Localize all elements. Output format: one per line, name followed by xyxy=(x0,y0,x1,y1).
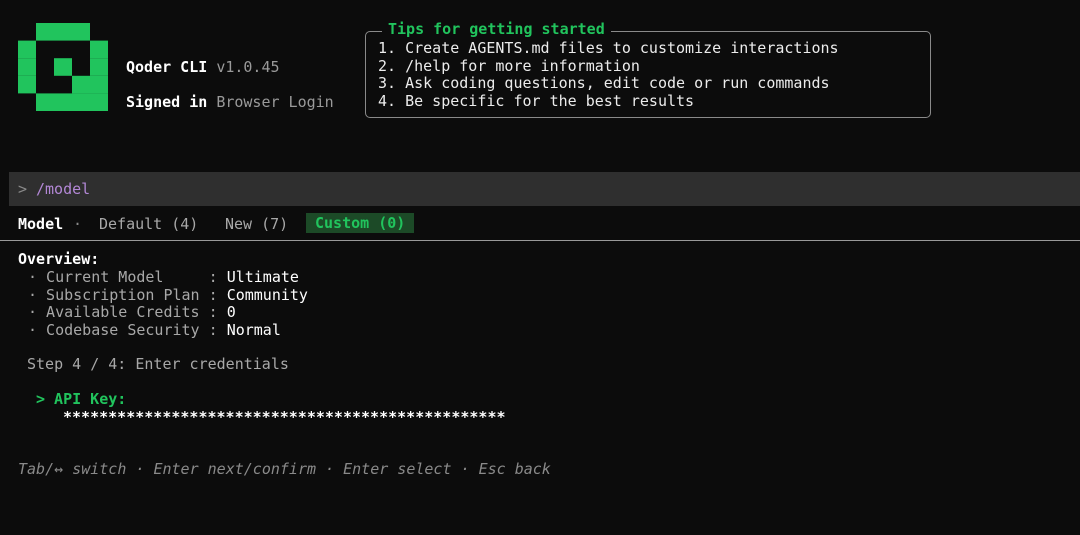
tab-custom[interactable]: Custom (0) xyxy=(306,213,415,233)
overview-row-label: · Available Credits : xyxy=(28,303,227,321)
overview-row-subscription-plan: · Subscription Plan : Community xyxy=(28,286,308,304)
tips-list: 1. Create AGENTS.md files to customize i… xyxy=(378,39,839,110)
tips-panel: Tips for getting started 1. Create AGENT… xyxy=(365,20,931,118)
overview-row-available-credits: · Available Credits : 0 xyxy=(28,303,236,321)
model-tabs: Model · Default (4) New (7) Custom (0) xyxy=(18,213,415,233)
tab-separator: · xyxy=(73,215,83,233)
overview-title: Overview: xyxy=(18,250,100,268)
overview-row-label: · Subscription Plan : xyxy=(28,285,227,304)
tab-new[interactable]: New (7) xyxy=(225,215,288,233)
overview-row-value: Ultimate xyxy=(226,268,299,286)
overview-row-codebase-security: · Codebase Security : Normal xyxy=(28,321,281,339)
tabs-divider xyxy=(0,240,1080,241)
overview-row-current-model: · Current Model : Ultimate xyxy=(28,268,299,286)
overview-row-value: 0 xyxy=(226,303,236,321)
signed-in-label: Signed in xyxy=(126,93,208,111)
tip-item: 1. Create AGENTS.md files to customize i… xyxy=(378,39,839,57)
keyboard-hints: Tab/↔ switch · Enter next/confirm · Ente… xyxy=(18,460,551,478)
signed-in-method: Browser Login xyxy=(216,93,334,111)
qoder-logo-icon xyxy=(18,23,108,111)
tab-model-heading: Model xyxy=(18,215,64,233)
tips-title: Tips for getting started xyxy=(382,20,611,38)
tip-item: 4. Be specific for the best results xyxy=(378,91,695,110)
app-brand: Qoder CLI v1.0.45 xyxy=(126,58,280,76)
tip-item: 2. /help for more information xyxy=(378,56,640,75)
signed-in-status: Signed in Browser Login xyxy=(126,93,334,111)
app-name: Qoder CLI xyxy=(126,58,208,76)
tip-item: 3. Ask coding questions, edit code or ru… xyxy=(378,74,830,92)
overview-row-label: · Codebase Security : xyxy=(28,320,227,339)
api-key-input[interactable]: ****************************************… xyxy=(63,408,506,426)
command-text[interactable]: /model xyxy=(36,180,90,198)
tab-default[interactable]: Default (4) xyxy=(99,215,198,233)
api-key-label: > API Key: xyxy=(36,390,127,408)
app-version: v1.0.45 xyxy=(216,58,280,76)
step-indicator: Step 4 / 4: Enter credentials xyxy=(27,355,289,373)
overview-row-value: Normal xyxy=(226,320,281,339)
prompt-symbol: > xyxy=(18,180,28,198)
overview-row-value: Community xyxy=(226,285,308,304)
overview-row-label: · Current Model : xyxy=(28,268,227,286)
command-input-bar[interactable]: > /model xyxy=(9,172,1080,206)
